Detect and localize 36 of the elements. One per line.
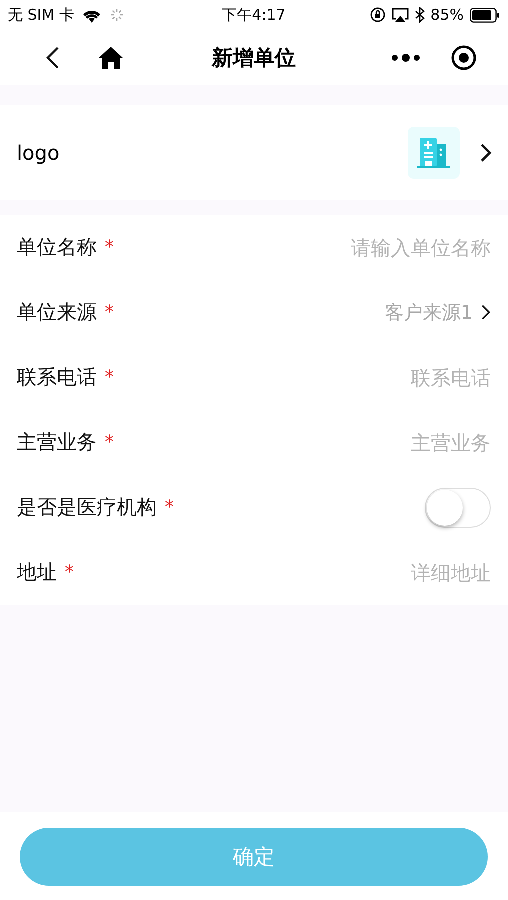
field-label: 是否是医疗机构 <box>17 494 157 521</box>
loading-spinner-icon <box>110 8 124 22</box>
required-mark: * <box>105 302 114 323</box>
battery-percent: 85% <box>430 6 464 24</box>
bluetooth-icon <box>414 7 425 23</box>
target-circle-icon <box>451 44 477 70</box>
chevron-right-icon <box>481 304 491 321</box>
toggle-switch[interactable] <box>425 488 491 528</box>
chevron-right-icon <box>480 142 492 162</box>
select-field[interactable]: 客户来源1 <box>384 300 491 326</box>
more-dots-icon <box>391 54 421 62</box>
page-title: 新增单位 <box>212 46 296 70</box>
carrier-text: 无 SIM 卡 <box>8 6 74 24</box>
orientation-lock-icon <box>370 7 386 23</box>
field-label: 地址 <box>17 559 57 586</box>
hospital-building-icon <box>416 136 452 168</box>
airplay-icon <box>392 8 409 22</box>
battery-icon <box>470 8 500 22</box>
input-field[interactable]: 详细地址 <box>271 560 491 584</box>
required-mark: * <box>165 497 174 518</box>
field-label: 主营业务 <box>17 429 97 456</box>
required-mark: * <box>105 432 114 453</box>
field-label: 单位名称 <box>17 234 97 261</box>
logo-label: logo <box>17 140 61 164</box>
confirm-button[interactable]: 确定 <box>20 828 488 886</box>
clock-text: 下午4:17 <box>222 6 286 24</box>
home-icon <box>98 46 124 70</box>
required-mark: * <box>65 562 74 583</box>
field-label: 联系电话 <box>17 364 97 391</box>
input-field[interactable]: 主营业务 <box>271 430 491 454</box>
back-chevron-icon <box>46 46 60 70</box>
field-label: 单位来源 <box>17 299 97 326</box>
input-field[interactable]: 联系电话 <box>271 366 491 390</box>
input-field[interactable]: 请输入单位名称 <box>271 236 491 260</box>
required-mark: * <box>105 237 114 258</box>
required-mark: * <box>105 367 114 388</box>
